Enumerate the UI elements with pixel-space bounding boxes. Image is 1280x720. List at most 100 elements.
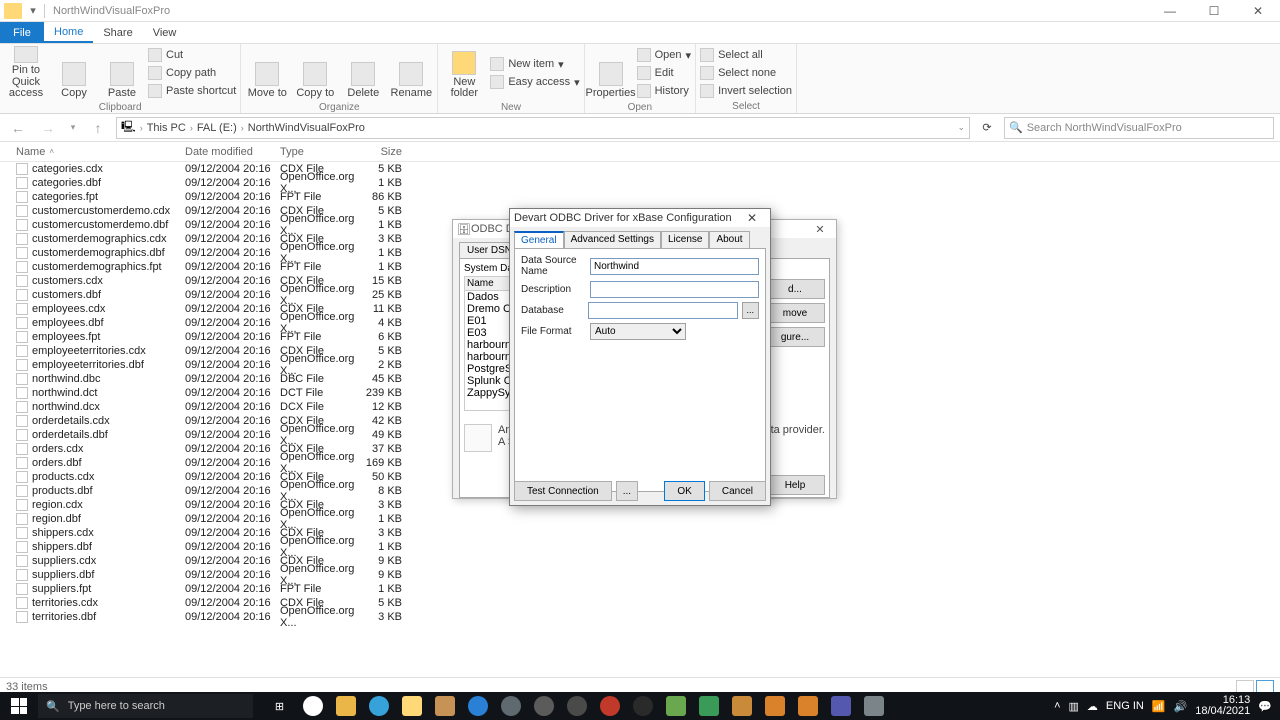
file-row[interactable]: categories.cdx09/12/2004 20:16CDX File5 …	[0, 162, 1280, 176]
maximize-button[interactable]: ☐	[1192, 4, 1236, 18]
taskbar-search[interactable]: 🔍Type here to search	[38, 694, 253, 718]
copy-path-button[interactable]: Copy path	[148, 65, 236, 82]
search-input[interactable]: 🔍 Search NorthWindVisualFoxPro	[1004, 117, 1274, 139]
devart-titlebar[interactable]: Devart ODBC Driver for xBase Configurati…	[510, 209, 770, 227]
taskbar-app[interactable]	[824, 692, 857, 720]
taskbar-app[interactable]	[626, 692, 659, 720]
file-row[interactable]: shippers.cdx09/12/2004 20:16CDX File3 KB	[0, 526, 1280, 540]
close-button[interactable]: ✕	[808, 223, 832, 236]
tray-icon[interactable]: ☁	[1087, 700, 1098, 713]
file-row[interactable]: region.dbf09/12/2004 20:16OpenOffice.org…	[0, 512, 1280, 526]
volume-icon[interactable]: 🔊	[1174, 700, 1188, 713]
column-type[interactable]: Type	[280, 146, 360, 158]
invert-selection-button[interactable]: Invert selection	[700, 82, 792, 99]
file-row[interactable]: territories.dbf09/12/2004 20:16OpenOffic…	[0, 610, 1280, 624]
file-row[interactable]: categories.dbf09/12/2004 20:16OpenOffice…	[0, 176, 1280, 190]
clock[interactable]: 16:13 18/04/2021	[1195, 695, 1250, 717]
breadcrumb-item[interactable]: This PC›	[147, 122, 193, 134]
taskbar-app[interactable]	[857, 692, 890, 720]
new-item-button[interactable]: New item▾	[490, 56, 579, 73]
tab-advanced[interactable]: Advanced Settings	[564, 231, 661, 248]
taskbar-app[interactable]	[659, 692, 692, 720]
file-row[interactable]: suppliers.cdx09/12/2004 20:16CDX File9 K…	[0, 554, 1280, 568]
column-date[interactable]: Date modified	[185, 146, 280, 158]
easy-access-button[interactable]: Easy access▾	[490, 74, 579, 91]
configure-button[interactable]: gure...	[765, 327, 825, 347]
select-all-button[interactable]: Select all	[700, 46, 792, 63]
column-name[interactable]: Name˄	[10, 146, 185, 158]
taskbar-app[interactable]	[494, 692, 527, 720]
taskbar-app[interactable]	[362, 692, 395, 720]
wifi-icon[interactable]: 📶	[1152, 700, 1166, 713]
new-folder-button[interactable]: New folder	[442, 46, 486, 100]
taskbar-app[interactable]	[692, 692, 725, 720]
taskbar-app[interactable]	[593, 692, 626, 720]
tab-license[interactable]: License	[661, 231, 709, 248]
description-input[interactable]	[590, 281, 759, 298]
taskbar-app[interactable]	[329, 692, 362, 720]
properties-button[interactable]: Properties	[589, 46, 633, 100]
help-button[interactable]: Help	[765, 475, 825, 495]
file-format-select[interactable]: Auto	[590, 323, 686, 340]
edit-button[interactable]: Edit	[637, 65, 691, 82]
tab-view[interactable]: View	[143, 22, 187, 43]
history-button[interactable]: History	[637, 83, 691, 100]
browse-button[interactable]: ...	[742, 302, 759, 319]
open-button[interactable]: Open▾	[637, 47, 691, 64]
tray-icon[interactable]: ▥	[1069, 700, 1079, 713]
taskbar-app[interactable]	[428, 692, 461, 720]
address-bar[interactable]: 🖳 › This PC› FAL (E:)› NorthWindVisualFo…	[116, 117, 970, 139]
paste-button[interactable]: Paste	[100, 46, 144, 100]
file-row[interactable]: suppliers.fpt09/12/2004 20:16FPT File1 K…	[0, 582, 1280, 596]
taskbar-app[interactable]	[527, 692, 560, 720]
forward-button[interactable]: →	[36, 116, 60, 140]
language-indicator[interactable]: ENG IN	[1106, 700, 1144, 712]
column-size[interactable]: Size	[360, 146, 410, 158]
taskbar-app[interactable]	[725, 692, 758, 720]
file-row[interactable]: suppliers.dbf09/12/2004 20:16OpenOffice.…	[0, 568, 1280, 582]
dsn-input[interactable]	[590, 258, 759, 275]
more-button[interactable]: ...	[616, 481, 638, 501]
file-row[interactable]: shippers.dbf09/12/2004 20:16OpenOffice.o…	[0, 540, 1280, 554]
tab-about[interactable]: About	[709, 231, 749, 248]
remove-button[interactable]: move	[765, 303, 825, 323]
select-none-button[interactable]: Select none	[700, 64, 792, 81]
test-connection-button[interactable]: Test Connection	[514, 481, 612, 501]
taskbar-app[interactable]	[461, 692, 494, 720]
qat-dropdown-icon[interactable]: ▾	[26, 4, 40, 17]
recent-dropdown[interactable]: ▾	[66, 116, 80, 140]
file-row[interactable]: categories.fpt09/12/2004 20:16FPT File86…	[0, 190, 1280, 204]
taskbar-app[interactable]	[758, 692, 791, 720]
cortana-button[interactable]	[296, 692, 329, 720]
tab-general[interactable]: General	[514, 231, 564, 248]
cut-button[interactable]: Cut	[148, 47, 236, 64]
taskbar-app[interactable]	[791, 692, 824, 720]
breadcrumb-item[interactable]: NorthWindVisualFoxPro	[248, 122, 365, 134]
notifications-icon[interactable]: 💬	[1258, 700, 1272, 713]
move-to-button[interactable]: Move to	[245, 46, 289, 100]
pin-to-quick-access-button[interactable]: Pin to Quick access	[4, 46, 48, 100]
taskbar-app[interactable]	[395, 692, 428, 720]
tab-home[interactable]: Home	[44, 22, 93, 43]
back-button[interactable]: ←	[6, 116, 30, 140]
delete-button[interactable]: Delete	[341, 46, 385, 100]
file-row[interactable]: territories.cdx09/12/2004 20:16CDX File5…	[0, 596, 1280, 610]
refresh-button[interactable]: ⟳	[976, 121, 998, 134]
tab-share[interactable]: Share	[93, 22, 142, 43]
file-tab[interactable]: File	[0, 22, 44, 43]
add-button[interactable]: d...	[765, 279, 825, 299]
cancel-button[interactable]: Cancel	[709, 481, 766, 501]
breadcrumb-item[interactable]: FAL (E:)›	[197, 122, 244, 134]
copy-button[interactable]: Copy	[52, 46, 96, 100]
rename-button[interactable]: Rename	[389, 46, 433, 100]
ok-button[interactable]: OK	[664, 481, 704, 501]
up-button[interactable]: ↑	[86, 116, 110, 140]
database-input[interactable]	[588, 302, 738, 319]
copy-to-button[interactable]: Copy to	[293, 46, 337, 100]
tray-expand-icon[interactable]: ˄	[1054, 700, 1060, 712]
minimize-button[interactable]: —	[1148, 4, 1192, 18]
close-button[interactable]: ✕	[1236, 4, 1280, 18]
start-button[interactable]	[0, 692, 38, 720]
close-button[interactable]: ✕	[738, 211, 766, 225]
paste-shortcut-button[interactable]: Paste shortcut	[148, 83, 236, 100]
